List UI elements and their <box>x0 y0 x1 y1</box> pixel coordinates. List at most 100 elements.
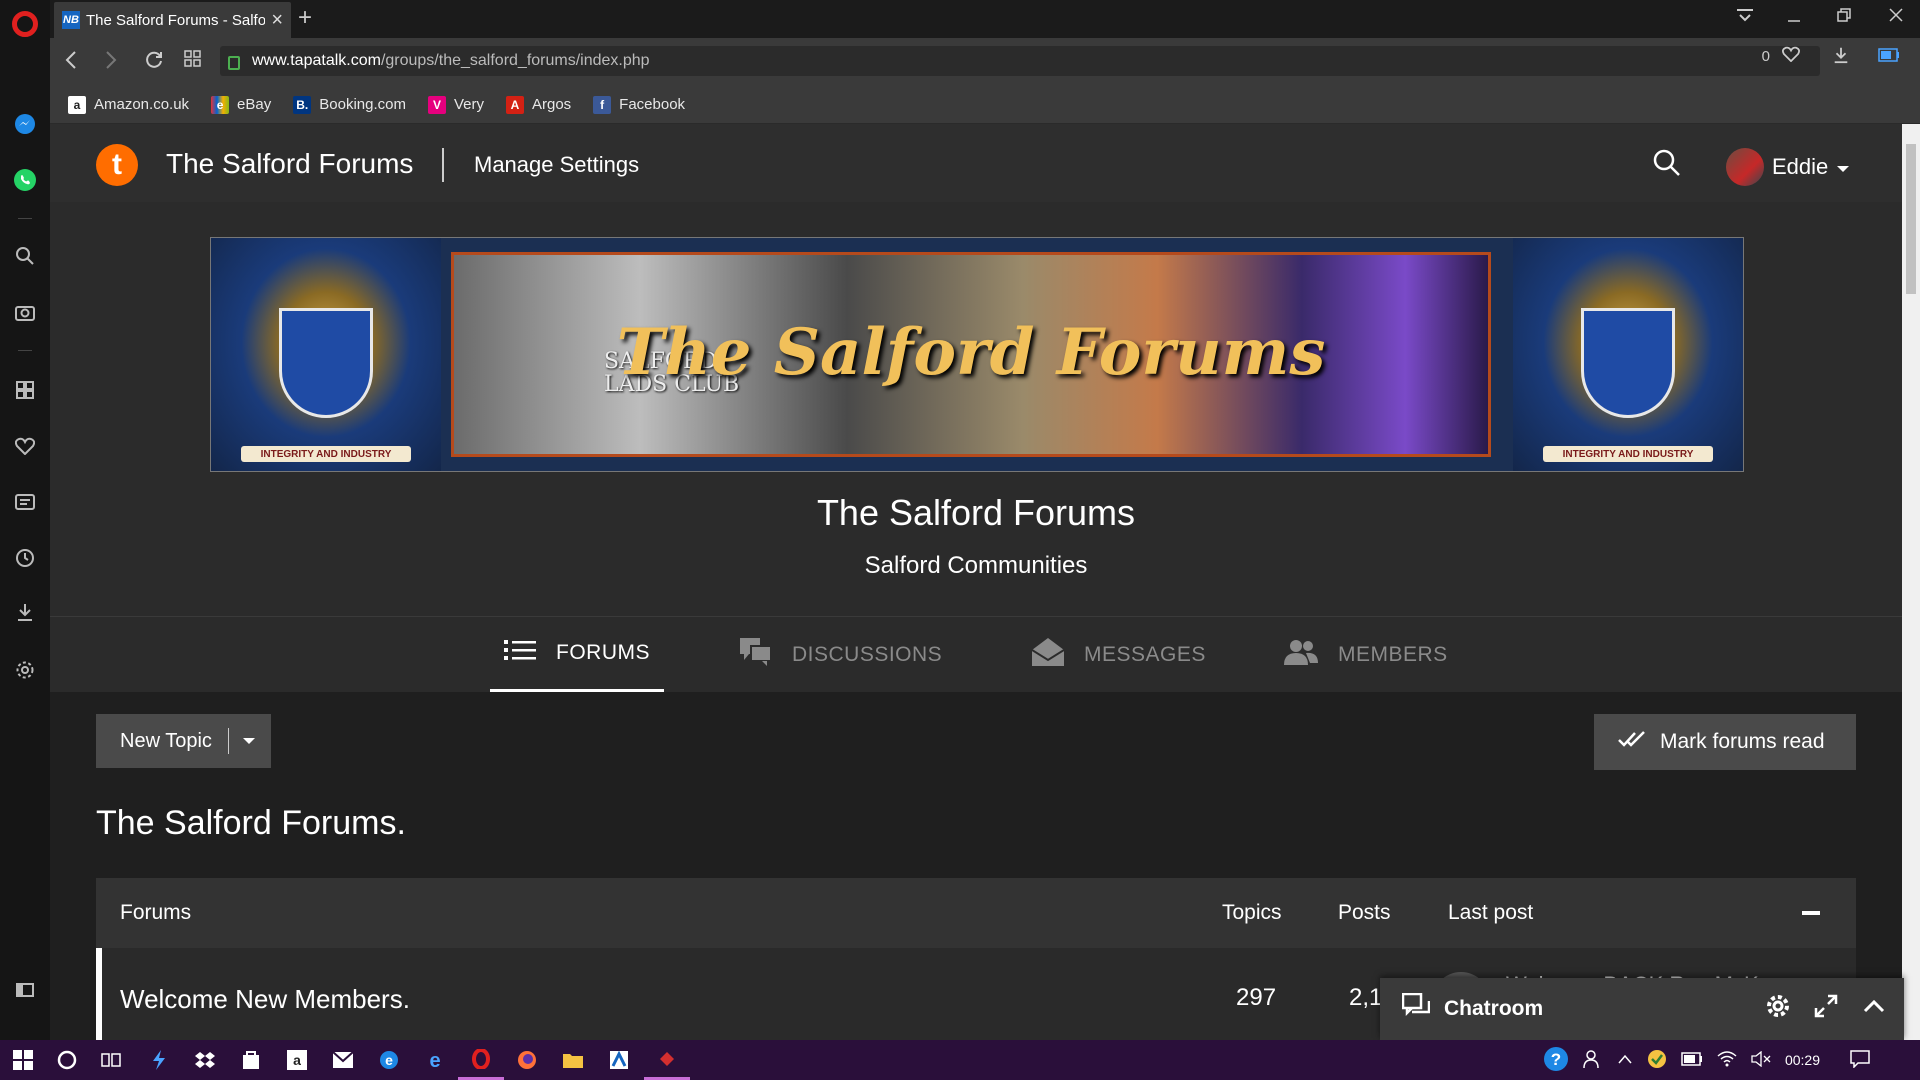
avatar <box>1726 148 1764 186</box>
user-menu[interactable]: Eddie <box>1726 148 1850 186</box>
mail-icon[interactable] <box>320 1040 366 1080</box>
bookmark-label: eBay <box>237 96 272 113</box>
collapse-icon[interactable] <box>1802 911 1820 915</box>
tab-bar: NB The Salford Forums - Salfo × + <box>50 0 1920 38</box>
opera-logo-icon[interactable] <box>12 11 38 37</box>
bookmark-facebook[interactable]: f Facebook <box>593 95 685 114</box>
mark-read-label: Mark forums read <box>1660 730 1825 753</box>
web-page: t The Salford Forums Manage Settings Edd… <box>50 124 1902 1040</box>
heart-icon[interactable] <box>13 434 37 458</box>
edge-icon[interactable]: e <box>366 1040 412 1080</box>
sidebar-toggle-icon[interactable] <box>13 978 37 1002</box>
forward-icon[interactable] <box>104 50 118 76</box>
forum-tabs: FORUMS DISCUSSIONS MESSAGES MEMBERS <box>50 616 1902 693</box>
site-name-link[interactable]: The Salford Forums <box>166 148 413 180</box>
amazon-app-icon[interactable]: a <box>274 1040 320 1080</box>
battery-icon[interactable] <box>1878 48 1900 66</box>
bookmark-label: Argos <box>531 96 572 113</box>
cortana-icon[interactable] <box>44 1040 90 1080</box>
chevron-down-icon[interactable] <box>228 728 268 754</box>
help-icon[interactable]: ? <box>1543 1046 1569 1075</box>
opera-taskbar-icon[interactable] <box>458 1040 504 1080</box>
chevron-up-icon[interactable] <box>1617 1052 1633 1068</box>
bookmark-booking[interactable]: B. Booking.com <box>293 95 406 114</box>
page-scrollbar[interactable] <box>1902 124 1920 1040</box>
downloads-icon[interactable] <box>13 600 37 624</box>
tapatalk-logo-icon[interactable]: t <box>96 144 138 186</box>
chatroom-widget[interactable]: Chatroom <box>1380 978 1904 1040</box>
bookmark-label: Amazon.co.uk <box>94 96 190 113</box>
chevron-up-icon[interactable] <box>1862 994 1886 1024</box>
manage-settings-link[interactable]: Manage Settings <box>474 152 639 178</box>
task-view-icon[interactable] <box>88 1040 134 1080</box>
messenger-icon[interactable] <box>13 112 37 136</box>
bookmark-heart-icon[interactable] <box>1782 46 1800 66</box>
forum-name-link[interactable]: Welcome New Members. <box>120 984 410 1015</box>
facebook-icon: f <box>593 95 612 114</box>
new-topic-label: New Topic <box>120 729 212 752</box>
volume-muted-icon[interactable] <box>1751 1050 1771 1070</box>
whatsapp-icon[interactable] <box>13 168 37 192</box>
scrollbar-thumb[interactable] <box>1906 144 1916 294</box>
history-icon[interactable] <box>13 546 37 570</box>
username: Eddie <box>1772 154 1829 179</box>
ebay-icon: e <box>211 95 230 114</box>
norton-icon[interactable] <box>1647 1049 1667 1072</box>
tab-forums[interactable]: FORUMS <box>490 617 664 693</box>
tracker-count-badge[interactable]: 0 <box>1762 48 1770 65</box>
battery-tray-icon[interactable] <box>1681 1051 1703 1069</box>
windows-start-icon[interactable] <box>0 1040 46 1080</box>
news-icon[interactable] <box>13 490 37 514</box>
reload-icon[interactable] <box>144 50 164 76</box>
envelope-icon <box>1031 638 1065 672</box>
download-icon[interactable] <box>1832 46 1850 68</box>
speed-dial-icon[interactable] <box>13 378 37 402</box>
search-icon[interactable] <box>1652 148 1682 183</box>
file-explorer-icon[interactable] <box>550 1040 596 1080</box>
people-icon[interactable] <box>1583 1049 1603 1072</box>
gear-icon[interactable] <box>1766 994 1790 1024</box>
minimize-icon[interactable] <box>1786 6 1802 29</box>
forum-topics-count: 297 <box>1236 984 1277 1011</box>
bookmark-label: Booking.com <box>319 96 406 113</box>
camera-icon[interactable] <box>13 300 37 324</box>
wifi-icon[interactable] <box>1717 1050 1737 1070</box>
back-icon[interactable] <box>64 50 78 76</box>
settings-gear-icon[interactable] <box>13 658 37 682</box>
svg-text:a: a <box>293 1052 301 1068</box>
new-topic-button[interactable]: New Topic <box>96 714 271 768</box>
expand-icon[interactable] <box>1814 994 1838 1024</box>
bookmark-very[interactable]: V Very <box>427 95 484 114</box>
bookmark-amazon[interactable]: a Amazon.co.uk <box>68 95 190 114</box>
app-lightning-icon[interactable] <box>136 1040 182 1080</box>
close-icon[interactable]: × <box>271 9 283 32</box>
bookmark-argos[interactable]: A Argos <box>505 95 572 114</box>
restore-icon[interactable] <box>1836 6 1852 29</box>
table-header: Forums Topics Posts Last post <box>96 878 1856 948</box>
app-red-icon[interactable] <box>644 1040 690 1080</box>
banner-collage: SALFORD LADS CLUB The Salford Forums <box>451 252 1491 457</box>
app-blue-icon[interactable] <box>596 1040 642 1080</box>
tab-members[interactable]: MEMBERS <box>1284 617 1448 693</box>
tabs-grid-icon[interactable] <box>184 50 202 74</box>
url-field[interactable]: www.tapatalk.com/groups/the_salford_foru… <box>220 46 1820 76</box>
internet-explorer-icon[interactable]: e <box>412 1040 458 1080</box>
browser-tab[interactable]: NB The Salford Forums - Salfo × <box>54 2 291 38</box>
svg-text:e: e <box>385 1052 393 1068</box>
notifications-icon[interactable] <box>1850 1049 1870 1071</box>
tab-messages[interactable]: MESSAGES <box>1031 617 1206 693</box>
tab-discussions[interactable]: DISCUSSIONS <box>740 617 942 693</box>
very-icon: V <box>427 95 446 114</box>
search-icon[interactable] <box>13 244 37 268</box>
mark-forums-read-button[interactable]: Mark forums read <box>1594 714 1856 770</box>
firefox-icon[interactable] <box>504 1040 550 1080</box>
header-last-post: Last post <box>1448 901 1534 924</box>
tab-menu-icon[interactable] <box>1736 6 1754 29</box>
header-forums: Forums <box>120 901 192 924</box>
close-window-icon[interactable] <box>1888 6 1904 29</box>
dropbox-icon[interactable] <box>182 1040 228 1080</box>
store-icon[interactable] <box>228 1040 274 1080</box>
bookmark-ebay[interactable]: e eBay <box>211 95 272 114</box>
new-tab-icon[interactable]: + <box>298 4 312 32</box>
clock-time[interactable]: 00:29 <box>1785 1052 1820 1068</box>
